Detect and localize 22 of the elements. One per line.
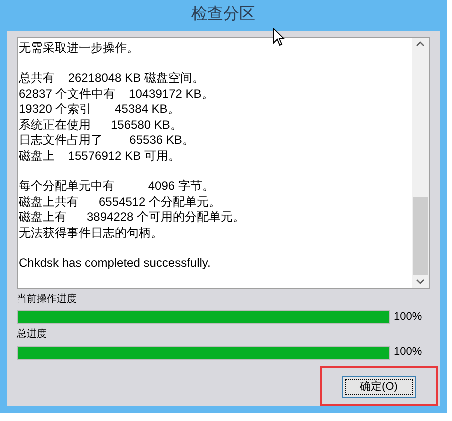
log-line: 无法获得事件日志的句柄。 bbox=[19, 226, 164, 242]
window-title: 检查分区 bbox=[192, 4, 256, 26]
progress-reading: 100% bbox=[394, 310, 422, 325]
log-line: 每个分配单元中有 4096 字节。 bbox=[19, 179, 216, 195]
log-line: 磁盘上 15576912 KB 可用。 bbox=[19, 148, 182, 164]
scrollbar-thumb[interactable] bbox=[413, 196, 428, 275]
progress-reading: 100% bbox=[394, 345, 422, 360]
log-line: 系统正在使用 156580 KB。 bbox=[19, 118, 184, 134]
scroll-down-icon[interactable] bbox=[416, 278, 425, 285]
log-line: 磁盘上有 3894228 个可用的分配单元。 bbox=[19, 210, 246, 226]
log-line: 无需采取进一步操作。 bbox=[19, 40, 140, 56]
log-line: 磁盘上共有 6554512 个分配单元。 bbox=[19, 194, 222, 210]
log-line: 62837 个文件中有 10439172 KB。 bbox=[19, 86, 215, 102]
ok-button[interactable]: 确定(O) bbox=[342, 376, 416, 398]
log-line: 日志文件占用了 65536 KB。 bbox=[19, 133, 196, 149]
progress-label: 总进度 bbox=[17, 329, 48, 342]
scrollbar[interactable] bbox=[412, 38, 429, 288]
log-line: Chkdsk has completed successfully. bbox=[19, 256, 212, 272]
scroll-up-icon[interactable] bbox=[416, 40, 425, 47]
progress-label: 当前操作进度 bbox=[17, 294, 78, 306]
log-line: 19320 个索引 45384 KB。 bbox=[19, 102, 181, 118]
log-line: 总共有 26218048 KB 磁盘空间。 bbox=[19, 71, 206, 87]
